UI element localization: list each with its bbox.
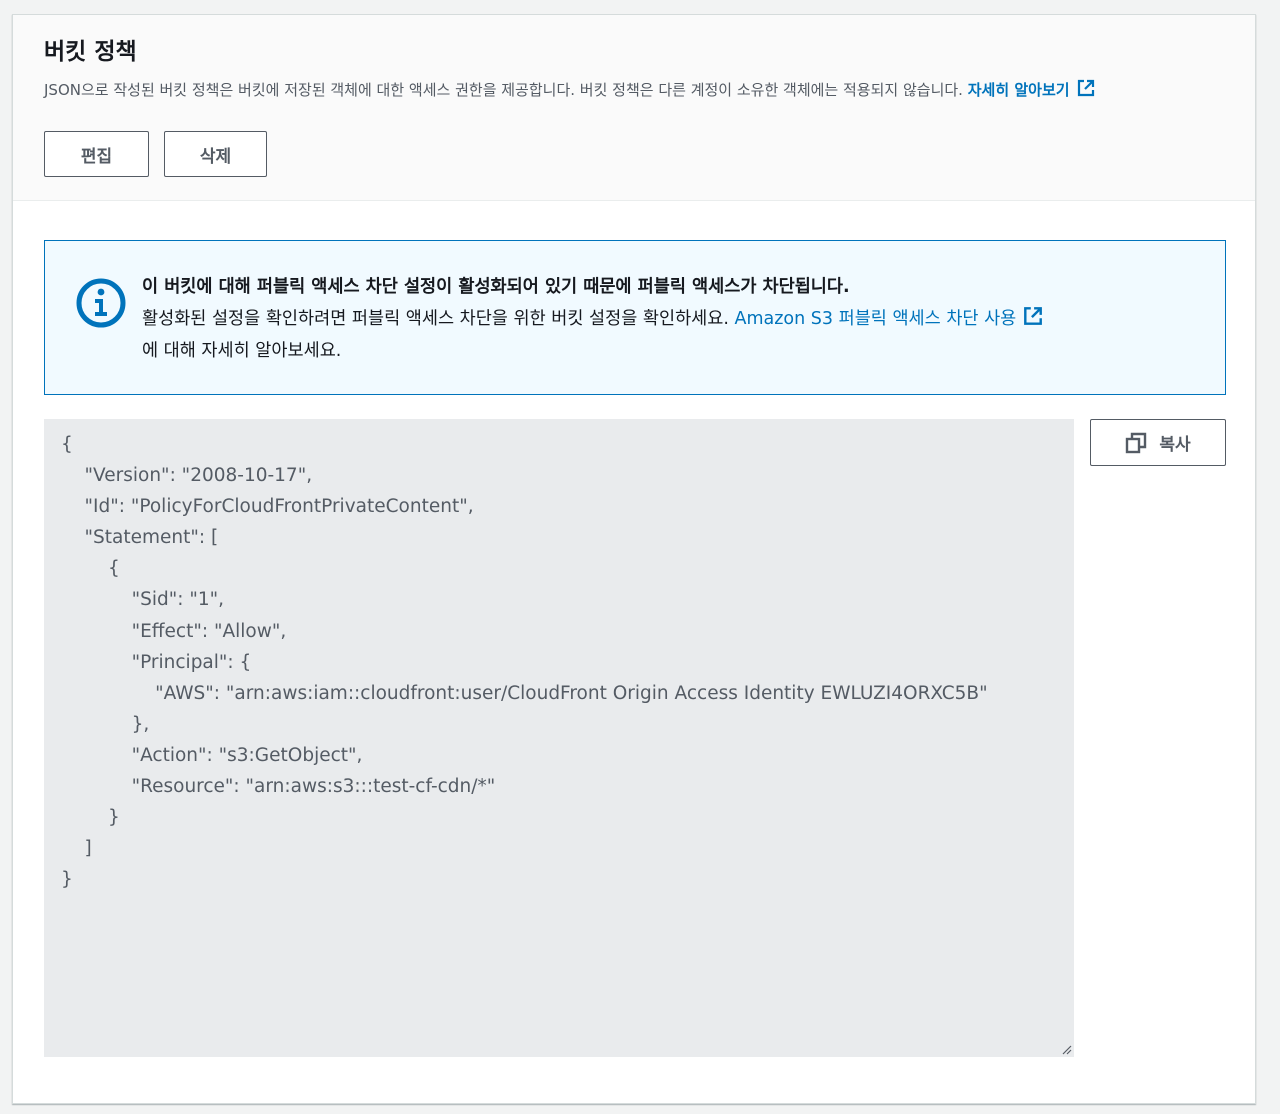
external-link-icon — [1024, 307, 1043, 325]
block-public-access-link[interactable]: Amazon S3 퍼블릭 액세스 차단 사용 — [734, 307, 1045, 329]
learn-more-label: 자세히 알아보기 — [967, 81, 1070, 99]
edit-button[interactable]: 편집 — [44, 131, 149, 177]
panel-header: 버킷 정책 JSON으로 작성된 버킷 정책은 버킷에 저장된 객체에 대한 액… — [13, 15, 1255, 201]
policy-description: JSON으로 작성된 버킷 정책은 버킷에 저장된 객체에 대한 액세스 권한을… — [44, 77, 1224, 103]
info-alert-title: 이 버킷에 대해 퍼블릭 액세스 차단 설정이 활성화되어 있기 때문에 퍼블릭… — [142, 277, 850, 297]
policy-json-viewer[interactable]: { "Version": "2008-10-17", "Id": "Policy… — [44, 419, 1074, 1057]
copy-button-label: 복사 — [1159, 435, 1191, 455]
info-alert-body-after: 에 대해 자세히 알아보세요. — [142, 341, 342, 361]
page-title: 버킷 정책 — [44, 39, 137, 65]
info-icon — [76, 278, 126, 328]
bucket-policy-panel: 버킷 정책 JSON으로 작성된 버킷 정책은 버킷에 저장된 객체에 대한 액… — [12, 14, 1256, 1104]
info-alert-body: 활성화된 설정을 확인하려면 퍼블릭 액세스 차단을 위한 버킷 설정을 확인하… — [142, 309, 735, 329]
block-public-access-link-label: Amazon S3 퍼블릭 액세스 차단 사용 — [734, 309, 1017, 329]
learn-more-link[interactable]: 자세히 알아보기 — [967, 79, 1096, 99]
description-text: JSON으로 작성된 버킷 정책은 버킷에 저장된 객체에 대한 액세스 권한을… — [44, 81, 963, 99]
info-alert-content: 이 버킷에 대해 퍼블릭 액세스 차단 설정이 활성화되어 있기 때문에 퍼블릭… — [142, 271, 1202, 367]
delete-button[interactable]: 삭제 — [164, 131, 267, 177]
resize-handle-icon[interactable] — [1060, 1043, 1072, 1055]
policy-json-text: { "Version": "2008-10-17", "Id": "Policy… — [61, 434, 988, 891]
public-access-info-alert: 이 버킷에 대해 퍼블릭 액세스 차단 설정이 활성화되어 있기 때문에 퍼블릭… — [44, 240, 1226, 395]
copy-icon — [1126, 432, 1147, 453]
copy-button[interactable]: 복사 — [1090, 419, 1226, 466]
external-link-icon — [1077, 79, 1094, 97]
